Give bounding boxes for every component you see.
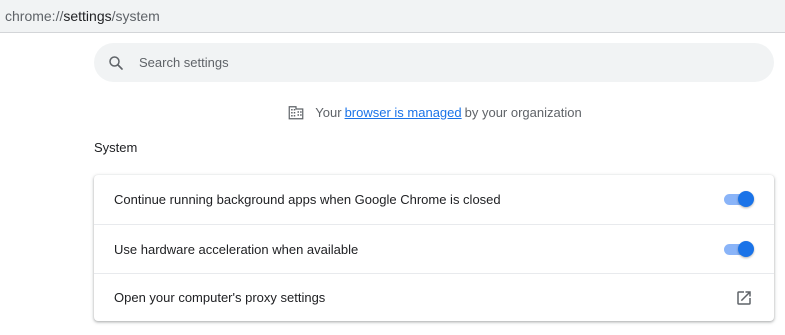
url-path: /system	[111, 8, 160, 24]
proxy-settings-row[interactable]: Open your computer's proxy settings	[94, 273, 774, 321]
toggle-knob	[738, 241, 754, 257]
search-icon	[107, 54, 125, 72]
managed-prefix: Your	[315, 104, 342, 120]
building-icon	[287, 103, 305, 121]
proxy-settings-label: Open your computer's proxy settings	[114, 290, 326, 305]
background-apps-toggle[interactable]	[722, 191, 754, 207]
open-in-new-icon[interactable]	[735, 289, 753, 307]
background-apps-row[interactable]: Continue running background apps when Go…	[94, 175, 774, 223]
hardware-acceleration-label: Use hardware acceleration when available	[114, 241, 359, 257]
managed-notice: Your browser is managed by your organiza…	[0, 103, 785, 121]
url-scheme: chrome://	[5, 8, 64, 24]
address-bar[interactable]: chrome://settings/system	[0, 0, 785, 33]
search-input[interactable]	[139, 55, 699, 70]
managed-suffix: by your organization	[464, 104, 582, 120]
section-title: System	[94, 140, 138, 155]
system-settings-card: Continue running background apps when Go…	[94, 175, 774, 321]
hardware-acceleration-row[interactable]: Use hardware acceleration when available	[94, 224, 774, 273]
hardware-acceleration-toggle[interactable]	[722, 241, 754, 257]
toggle-knob	[738, 191, 754, 207]
background-apps-label: Continue running background apps when Go…	[114, 191, 501, 207]
url-host: settings	[63, 8, 112, 24]
search-box[interactable]	[94, 43, 774, 82]
browser-managed-link[interactable]: browser is managed	[345, 105, 462, 120]
